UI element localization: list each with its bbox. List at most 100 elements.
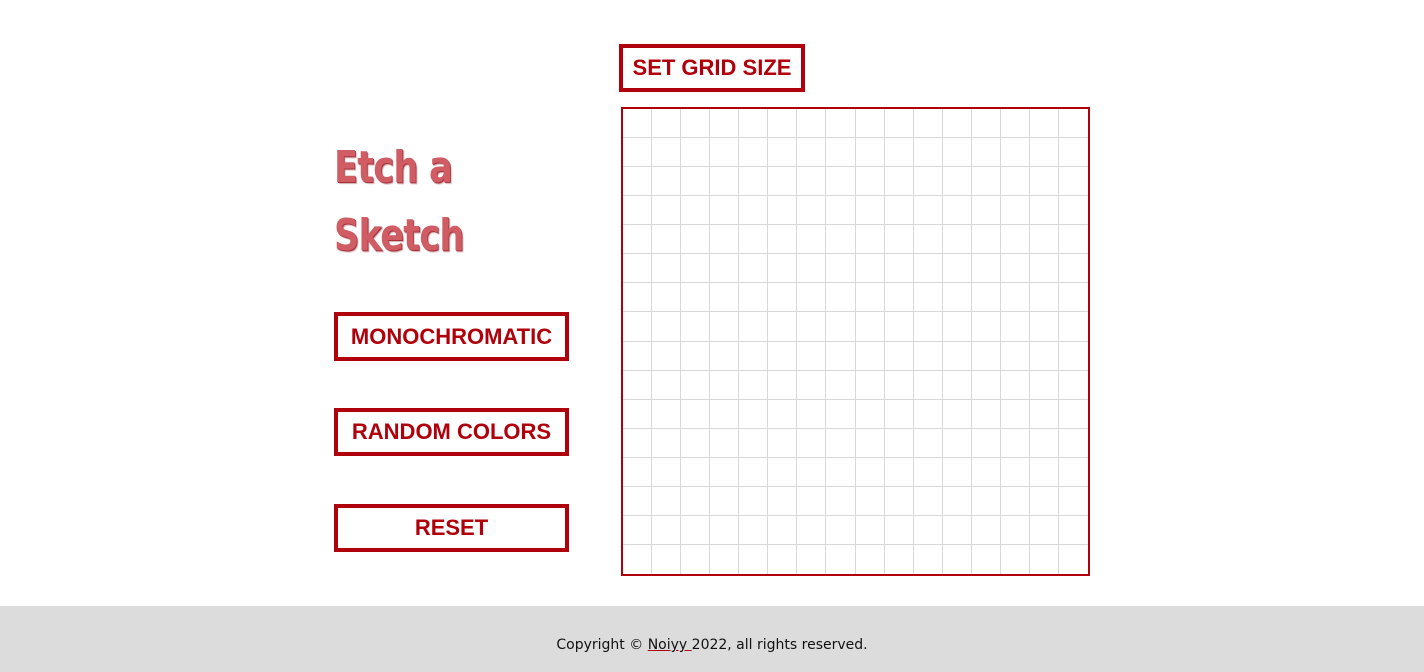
grid-cell[interactable]: [826, 486, 856, 516]
grid-cell[interactable]: [652, 138, 682, 168]
grid-cell[interactable]: [884, 109, 914, 139]
grid-cell[interactable]: [1000, 486, 1030, 516]
grid-cell[interactable]: [913, 486, 943, 516]
grid-cell[interactable]: [739, 254, 769, 284]
grid-cell[interactable]: [710, 370, 740, 400]
grid-cell[interactable]: [913, 254, 943, 284]
grid-cell[interactable]: [855, 283, 885, 313]
grid-cell[interactable]: [855, 457, 885, 487]
grid-cell[interactable]: [1029, 283, 1059, 313]
grid-cell[interactable]: [768, 486, 798, 516]
grid-cell[interactable]: [884, 341, 914, 371]
grid-cell[interactable]: [826, 283, 856, 313]
grid-cell[interactable]: [681, 312, 711, 342]
grid-cell[interactable]: [1058, 254, 1088, 284]
grid-cell[interactable]: [652, 312, 682, 342]
grid-cell[interactable]: [914, 544, 943, 574]
grid-cell[interactable]: [1000, 428, 1030, 458]
grid-cell[interactable]: [710, 544, 740, 574]
grid-cell[interactable]: [855, 196, 885, 226]
grid-cell[interactable]: [884, 196, 914, 226]
grid-cell[interactable]: [884, 225, 914, 255]
grid-cell[interactable]: [739, 341, 769, 371]
grid-cell[interactable]: [942, 341, 972, 371]
grid-cell[interactable]: [797, 399, 827, 429]
grid-cell[interactable]: [681, 254, 711, 284]
grid-cell[interactable]: [768, 196, 798, 226]
grid-cell[interactable]: [652, 428, 682, 458]
grid-cell[interactable]: [826, 312, 856, 342]
grid-cell[interactable]: [856, 544, 885, 574]
grid-cell[interactable]: [1058, 487, 1088, 516]
grid-cell[interactable]: [1058, 458, 1088, 487]
grid-cell[interactable]: [797, 544, 827, 574]
grid-cell[interactable]: [681, 457, 711, 487]
grid-cell[interactable]: [1058, 109, 1088, 139]
grid-cell[interactable]: [652, 283, 682, 313]
grid-cell[interactable]: [623, 138, 653, 168]
grid-cell[interactable]: [884, 457, 914, 487]
grid-cell[interactable]: [652, 486, 682, 516]
grid-cell[interactable]: [710, 109, 740, 139]
grid-cell[interactable]: [826, 109, 856, 139]
grid-cell[interactable]: [884, 399, 914, 429]
grid-cell[interactable]: [913, 515, 943, 545]
grid-cell[interactable]: [797, 283, 827, 313]
grid-cell[interactable]: [739, 486, 769, 516]
grid-cell[interactable]: [797, 486, 827, 516]
grid-cell[interactable]: [1058, 138, 1088, 168]
grid-cell[interactable]: [1058, 342, 1088, 371]
grid-cell[interactable]: [884, 167, 914, 197]
author-link[interactable]: Noiyy: [648, 637, 692, 653]
grid-cell[interactable]: [1029, 370, 1059, 400]
grid-cell[interactable]: [971, 370, 1001, 400]
grid-cell[interactable]: [768, 254, 798, 284]
grid-cell[interactable]: [855, 486, 885, 516]
grid-cell[interactable]: [797, 225, 827, 255]
grid-cell[interactable]: [1000, 109, 1030, 139]
grid-cell[interactable]: [710, 341, 740, 371]
grid-cell[interactable]: [971, 283, 1001, 313]
grid-cell[interactable]: [623, 515, 653, 545]
grid-cell[interactable]: [1000, 312, 1030, 342]
grid-cell[interactable]: [1058, 283, 1088, 313]
grid-cell[interactable]: [681, 225, 711, 255]
grid-cell[interactable]: [971, 312, 1001, 342]
grid-cell[interactable]: [971, 428, 1001, 458]
grid-cell[interactable]: [681, 544, 711, 574]
grid-cell[interactable]: [942, 457, 972, 487]
grid-cell[interactable]: [1029, 457, 1059, 487]
grid-cell[interactable]: [710, 312, 740, 342]
grid-cell[interactable]: [1000, 225, 1030, 255]
grid-cell[interactable]: [942, 196, 972, 226]
grid-cell[interactable]: [652, 109, 682, 139]
grid-cell[interactable]: [1029, 109, 1059, 139]
grid-cell[interactable]: [1058, 371, 1088, 400]
grid-cell[interactable]: [768, 457, 798, 487]
grid-cell[interactable]: [1058, 516, 1088, 545]
grid-cell[interactable]: [971, 399, 1001, 429]
grid-cell[interactable]: [913, 109, 943, 139]
grid-cell[interactable]: [797, 341, 827, 371]
grid-cell[interactable]: [942, 312, 972, 342]
grid-cell[interactable]: [739, 457, 769, 487]
grid-cell[interactable]: [710, 486, 740, 516]
grid-cell[interactable]: [1029, 515, 1059, 545]
grid-cell[interactable]: [913, 138, 943, 168]
grid-cell[interactable]: [855, 370, 885, 400]
grid-cell[interactable]: [768, 167, 798, 197]
grid-cell[interactable]: [1000, 254, 1030, 284]
grid-cell[interactable]: [913, 283, 943, 313]
grid-cell[interactable]: [913, 312, 943, 342]
grid-cell[interactable]: [739, 399, 769, 429]
grid-cell[interactable]: [710, 138, 740, 168]
grid-cell[interactable]: [681, 341, 711, 371]
grid-cell[interactable]: [681, 515, 711, 545]
grid-cell[interactable]: [739, 167, 769, 197]
grid-cell[interactable]: [1029, 225, 1059, 255]
grid-cell[interactable]: [739, 283, 769, 313]
grid-cell[interactable]: [1000, 138, 1030, 168]
grid-cell[interactable]: [971, 109, 1001, 139]
grid-cell[interactable]: [623, 370, 653, 400]
grid-cell[interactable]: [710, 457, 740, 487]
